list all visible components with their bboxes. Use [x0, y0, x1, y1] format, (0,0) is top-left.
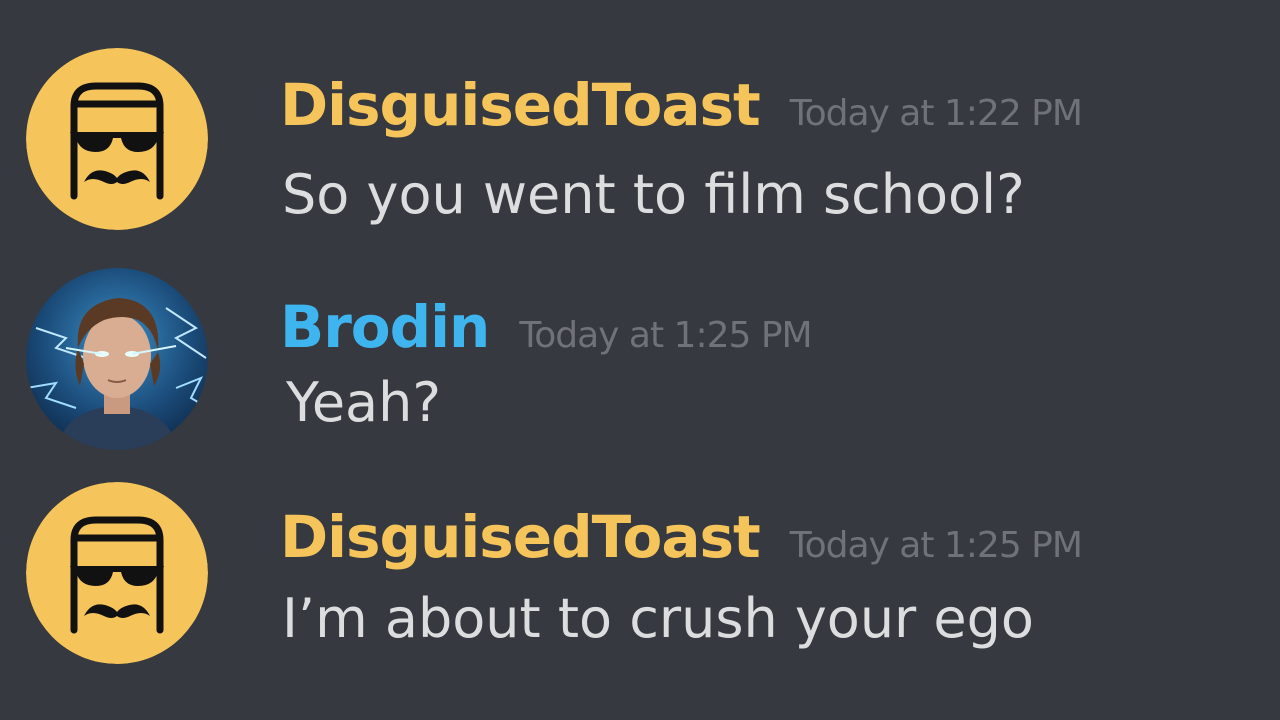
toast-avatar-icon[interactable]	[26, 48, 208, 230]
toast-sunglasses-mustache-icon	[26, 48, 208, 230]
user-photo-avatar[interactable]	[26, 268, 208, 450]
toast-sunglasses-mustache-icon	[26, 482, 208, 664]
message-text: I’m about to crush your ego	[282, 587, 1034, 650]
timestamp: Today at 1:25 PM	[789, 525, 1083, 566]
photo-avatar-icon	[26, 268, 208, 450]
message-text: So you went to film school?	[282, 163, 1025, 226]
message-header: DisguisedToast Today at 1:22 PM	[280, 70, 1083, 140]
timestamp: Today at 1:22 PM	[789, 93, 1083, 134]
chat-message-list: DisguisedToast Today at 1:22 PM So you w…	[0, 0, 1280, 720]
message-header: DisguisedToast Today at 1:25 PM	[280, 502, 1083, 572]
message-text: Yeah?	[286, 371, 442, 434]
username[interactable]: DisguisedToast	[280, 502, 761, 572]
message-header: Brodin Today at 1:25 PM	[280, 292, 813, 362]
timestamp: Today at 1:25 PM	[519, 315, 812, 356]
toast-avatar-icon[interactable]	[26, 482, 208, 664]
username[interactable]: Brodin	[280, 292, 490, 362]
username[interactable]: DisguisedToast	[280, 70, 761, 140]
